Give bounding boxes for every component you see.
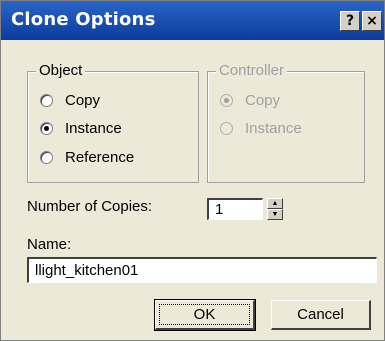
object-copy-radio[interactable] <box>40 94 53 107</box>
ok-button[interactable]: OK <box>154 299 256 331</box>
title-bar[interactable]: Clone Options ? × <box>1 1 384 40</box>
copies-spinner[interactable]: ▲ ▼ <box>267 198 283 220</box>
help-icon: ? <box>345 13 355 29</box>
controller-instance-option: Instance <box>220 120 302 137</box>
object-instance-label: Instance <box>65 120 122 137</box>
help-button[interactable]: ? <box>340 11 360 31</box>
object-reference-label: Reference <box>65 149 135 166</box>
object-group-legend: Object <box>36 62 86 79</box>
controller-instance-label: Instance <box>245 120 302 137</box>
spinner-down-icon[interactable]: ▼ <box>267 209 283 220</box>
object-group: Object Copy Instance Reference <box>27 62 199 183</box>
spinner-up-icon[interactable]: ▲ <box>267 198 283 209</box>
copies-input[interactable] <box>207 198 263 220</box>
object-reference-radio[interactable] <box>40 151 53 164</box>
controller-group: Controller Copy Instance <box>207 62 365 183</box>
controller-copy-radio <box>220 94 233 107</box>
object-copy-label: Copy <box>65 92 101 109</box>
controller-group-legend: Controller <box>216 62 288 79</box>
copies-label: Number of Copies: <box>27 198 153 215</box>
clone-options-dialog: Clone Options ? × Object Copy Instance R… <box>0 0 385 341</box>
name-label: Name: <box>27 236 72 253</box>
object-instance-radio[interactable] <box>40 122 53 135</box>
object-copy-option[interactable]: Copy <box>40 92 100 109</box>
ok-button-label: OK <box>158 304 251 325</box>
object-instance-option[interactable]: Instance <box>40 120 122 137</box>
controller-instance-radio <box>220 122 233 135</box>
close-button[interactable]: × <box>362 11 382 31</box>
object-reference-option[interactable]: Reference <box>40 149 134 166</box>
cancel-button-label: Cancel <box>297 306 344 323</box>
name-input[interactable] <box>27 257 377 283</box>
controller-copy-option: Copy <box>220 92 280 109</box>
controller-copy-label: Copy <box>245 92 281 109</box>
cancel-button[interactable]: Cancel <box>271 300 371 330</box>
dialog-title: Clone Options <box>11 9 156 30</box>
close-icon: × <box>366 13 378 29</box>
